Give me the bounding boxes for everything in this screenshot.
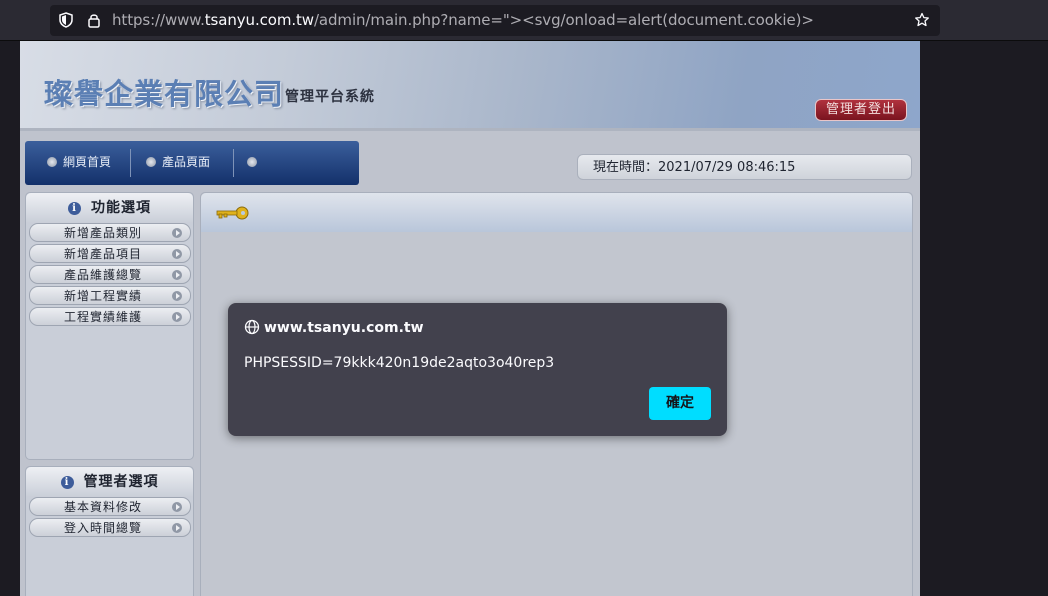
bullet-icon: [47, 157, 57, 167]
shield-icon[interactable]: [58, 12, 74, 28]
arrow-right-icon: [172, 249, 182, 259]
sidebar-item-add-product[interactable]: 新增產品項目: [29, 244, 191, 263]
sidebar-item-label: 產品維護總覽: [63, 268, 142, 282]
sidebar-item-project-maintenance[interactable]: 工程實績維護: [29, 307, 191, 326]
browser-toolbar: https://www.tsanyu.com.tw/admin/main.php…: [0, 0, 1048, 41]
dialog-message: PHPSESSID=79kkk420n19de2aqto3o40rep3: [244, 355, 555, 371]
sidebar-title: 功能選項: [91, 200, 151, 216]
sidebar-item-label: 新增工程實績: [63, 289, 142, 303]
nav-item-products[interactable]: 產品頁面: [146, 141, 210, 185]
sidebar-item-label: 新增產品項目: [63, 247, 142, 261]
nav-divider: [130, 149, 131, 177]
url-host: tsanyu.com.tw: [204, 11, 314, 29]
content-header: [201, 193, 912, 232]
url-prefix: https://www.: [112, 11, 205, 29]
system-subtitle: 管理平台系統: [285, 89, 375, 105]
arrow-right-icon: [172, 270, 182, 280]
logout-button[interactable]: 管理者登出: [815, 99, 907, 121]
sidebar-item-add-category[interactable]: 新增產品類別: [29, 223, 191, 242]
current-time: 現在時間：2021/07/29 08:46:15: [577, 154, 912, 180]
alert-dialog: www.tsanyu.com.tw PHPSESSID=79kkk420n19d…: [228, 303, 727, 436]
ok-button[interactable]: 確定: [649, 387, 711, 420]
header-banner: 璨譽企業有限公司 管理平台系統 管理者登出: [20, 41, 920, 131]
url-path: /admin/main.php?name="><svg/onload=alert…: [313, 11, 814, 29]
nav-item-label: 產品頁面: [162, 155, 211, 169]
arrow-right-icon: [172, 502, 182, 512]
sidebar-item-label: 基本資料修改: [63, 500, 142, 514]
sidebar-admin-header: i 管理者選項: [26, 467, 193, 497]
info-icon: i: [68, 202, 81, 215]
nav-item-home[interactable]: 網頁首頁: [47, 141, 111, 185]
sidebar-item-product-overview[interactable]: 產品維護總覽: [29, 265, 191, 284]
company-logo-text: 璨譽企業有限公司: [44, 77, 285, 111]
key-icon: [216, 206, 249, 220]
info-icon: i: [60, 476, 74, 489]
sidebar-item-login-history[interactable]: 登入時間總覽: [29, 518, 191, 537]
sidebar-item-add-project[interactable]: 新增工程實績: [29, 286, 191, 305]
sidebar-title: 管理者選項: [83, 474, 159, 490]
url-text[interactable]: https://www.tsanyu.com.tw/admin/main.php…: [112, 11, 814, 29]
top-nav: 網頁首頁 產品頁面: [25, 141, 359, 185]
globe-icon: [244, 319, 260, 335]
bullet-icon: [146, 157, 156, 167]
nav-item-label: 網頁首頁: [63, 155, 112, 169]
arrow-right-icon: [172, 523, 182, 533]
arrow-right-icon: [172, 228, 182, 238]
nav-item-empty[interactable]: [247, 141, 263, 185]
page-margin-right: [920, 41, 1048, 596]
sidebar-item-edit-profile[interactable]: 基本資料修改: [29, 497, 191, 516]
arrow-right-icon: [172, 291, 182, 301]
sidebar-item-label: 新增產品類別: [63, 226, 142, 240]
arrow-right-icon: [172, 312, 182, 322]
dialog-title: www.tsanyu.com.tw: [244, 319, 424, 336]
page-margin-left: [0, 41, 20, 596]
sidebar-item-label: 工程實績維護: [63, 310, 142, 324]
sidebar-item-label: 登入時間總覽: [63, 521, 142, 535]
nav-divider: [233, 149, 234, 177]
bookmark-star-icon[interactable]: [914, 12, 930, 28]
url-bar[interactable]: https://www.tsanyu.com.tw/admin/main.php…: [50, 5, 940, 36]
sidebar-functions: i 功能選項 新增產品類別 新增產品項目 產品維護總覽 新增工程實績 工程實績維護: [25, 192, 194, 460]
lock-icon[interactable]: [86, 12, 102, 28]
bullet-icon: [247, 157, 257, 167]
sidebar-admin: i 管理者選項 基本資料修改 登入時間總覽: [25, 466, 194, 596]
dialog-origin: www.tsanyu.com.tw: [264, 320, 424, 336]
sidebar-functions-header: i 功能選項: [26, 193, 193, 223]
